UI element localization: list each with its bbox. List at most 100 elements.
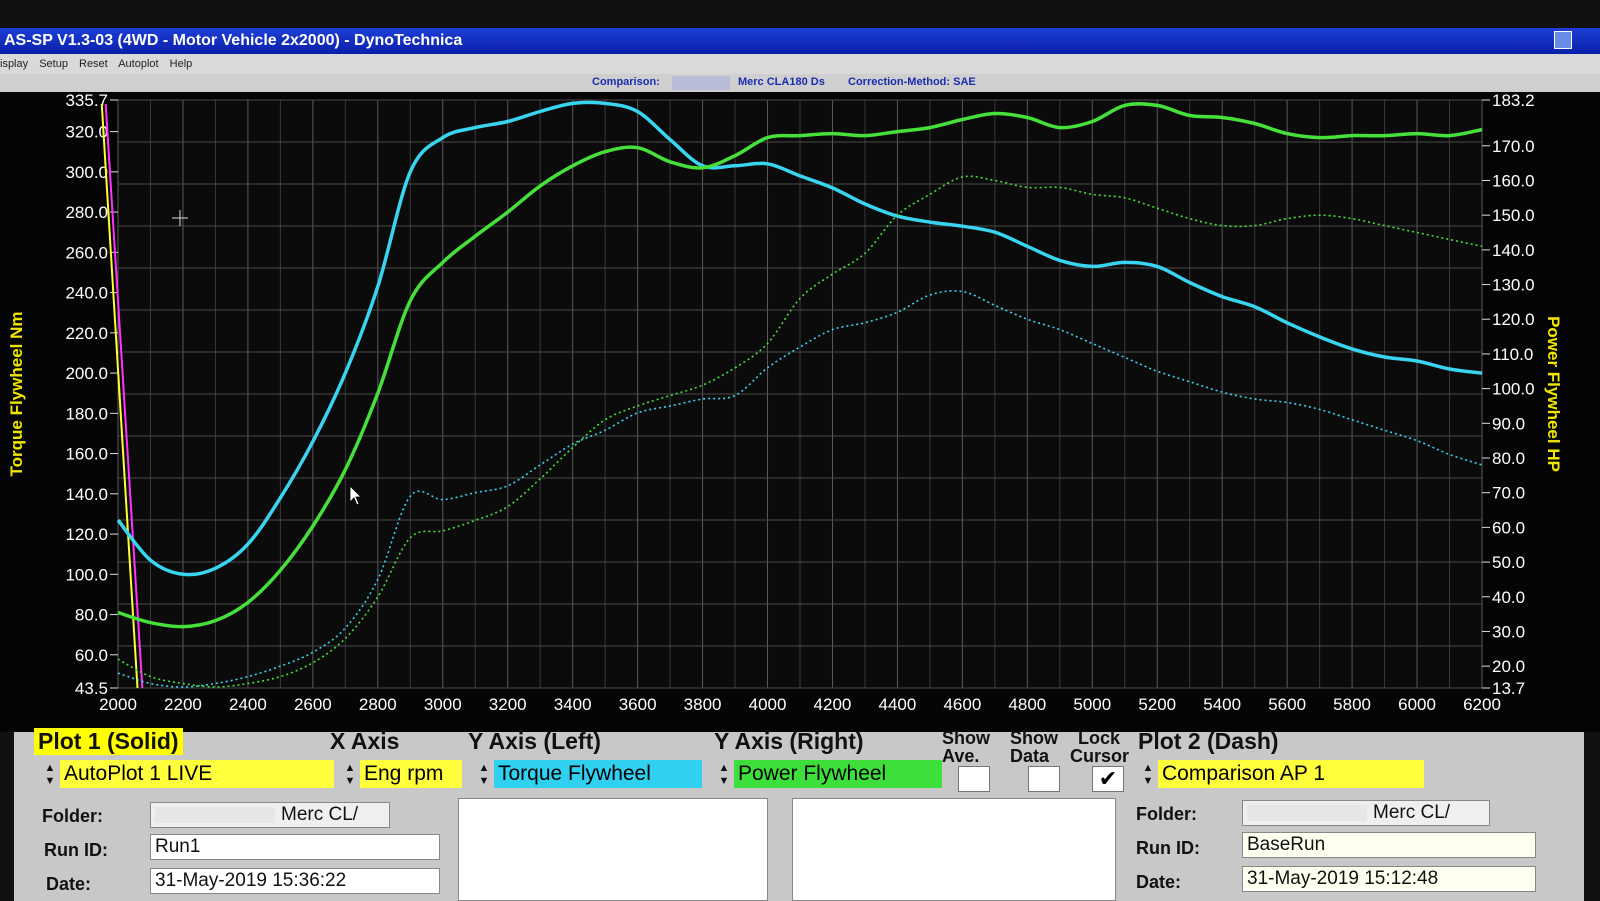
y-left-tick-label: 320.0 [65, 123, 108, 142]
show-ave-checkbox[interactable] [958, 766, 990, 792]
menu-bar: isplay Setup Reset Autoplot Help [0, 54, 1600, 74]
menu-item-setup[interactable]: Setup [39, 58, 68, 70]
x-tick-label: 2800 [359, 695, 397, 714]
y-axis-right-select[interactable]: Power Flywheel [734, 760, 942, 788]
vehicle-label: Merc CLA180 Ds [738, 76, 825, 88]
info-bar: Comparison: Merc CLA180 Ds Correction-Me… [0, 74, 1600, 92]
dyno-chart[interactable]: 2000 2200 2400 2600 2800 3000 3200 3400 3600 3800… [0, 92, 1600, 732]
window-title: AS-SP V1.3-03 (4WD - Motor Vehicle 2x200… [4, 32, 463, 49]
y-left-tick-label: 140.0 [65, 485, 108, 504]
y-axis-left-title: Y Axis (Left) [468, 728, 601, 754]
y-left-tick-label: 300.0 [65, 163, 108, 182]
y-right-tick-label: 50.0 [1492, 553, 1525, 572]
plot2-select[interactable]: Comparison AP 1 [1158, 760, 1424, 788]
comparison-value-redacted [672, 76, 730, 90]
y-axis-left-select[interactable]: Torque Flywheel [494, 760, 702, 788]
menu-item-help[interactable]: Help [170, 58, 193, 70]
x-tick-label: 4200 [814, 695, 852, 714]
left-date-field[interactable]: 31-May-2019 15:36:22 [150, 868, 440, 894]
x-tick-label: 5000 [1073, 695, 1111, 714]
left-folder-value: Merc CL/ [281, 804, 359, 825]
y-left-tick-label: 80.0 [75, 606, 108, 625]
left-folder-label: Folder: [42, 806, 103, 826]
right-folder-field[interactable]: Merc CL/ [1242, 800, 1490, 826]
y-right-tick-label: 140.0 [1492, 241, 1535, 260]
plot2-title: Plot 2 (Dash) [1138, 728, 1279, 754]
show-data-checkbox[interactable] [1028, 766, 1060, 792]
x-tick-label: 5200 [1138, 695, 1176, 714]
y-right-tick-label: 20.0 [1492, 657, 1525, 676]
y-left-tick-label: 240.0 [65, 284, 108, 303]
right-run-id-field[interactable]: BaseRun [1242, 832, 1536, 858]
x-axis-spinner[interactable]: ▲ ▼ [342, 762, 358, 790]
y-right-axis-title: Power Flywheel HP [1544, 316, 1563, 472]
control-panel: Plot 1 (Solid) ▲ ▼ AutoPlot 1 LIVE X Axis… [14, 728, 1584, 901]
x-tick-label: 3800 [684, 695, 722, 714]
correction-method-label: Correction-Method: SAE [848, 76, 976, 88]
x-tick-label: 3600 [619, 695, 657, 714]
dyno-chart-area[interactable]: 2000 2200 2400 2600 2800 3000 3200 3400 3600 3800… [0, 92, 1600, 732]
y-left-tick-label: 100.0 [65, 565, 108, 584]
comparison-label: Comparison: [592, 76, 660, 88]
left-run-id-field[interactable]: Run1 [150, 834, 440, 860]
plot2-spinner[interactable]: ▲ ▼ [1140, 762, 1156, 790]
y-axis-right-spinner[interactable]: ▲ ▼ [716, 762, 732, 790]
right-folder-label: Folder: [1136, 804, 1197, 824]
x-tick-label: 6000 [1398, 695, 1436, 714]
x-tick-label: 4000 [749, 695, 787, 714]
left-run-id-label: Run ID: [44, 840, 108, 860]
right-date-field[interactable]: 31-May-2019 15:12:48 [1242, 866, 1536, 892]
x-tick-label: 4400 [879, 695, 917, 714]
y-right-tick-label: 150.0 [1492, 206, 1535, 225]
y-left-tick-label: 60.0 [75, 646, 108, 665]
x-axis-select[interactable]: Eng rpm [360, 760, 462, 788]
window-titlebar: AS-SP V1.3-03 (4WD - Motor Vehicle 2x200… [0, 28, 1600, 54]
y-right-tick-label: 120.0 [1492, 310, 1535, 329]
redacted-block [155, 806, 275, 823]
right-folder-value: Merc CL/ [1373, 802, 1451, 823]
y-right-tick-label: 13.7 [1492, 679, 1525, 698]
y-left-tick-label: 280.0 [65, 203, 108, 222]
y-left-axis-title: Torque Flywheel Nm [7, 312, 26, 477]
redacted-block [1247, 804, 1367, 821]
y-right-tick-label: 80.0 [1492, 449, 1525, 468]
x-tick-label: 2400 [229, 695, 267, 714]
y-axis-right-title: Y Axis (Right) [714, 728, 864, 754]
minimize-button[interactable] [1554, 31, 1572, 49]
y-left-tick-label: 120.0 [65, 525, 108, 544]
y-left-tick-label: 200.0 [65, 364, 108, 383]
y-right-tick-label: 110.0 [1492, 345, 1533, 364]
lock-cursor-checkbox[interactable]: ✔ [1092, 766, 1124, 792]
menu-item-reset[interactable]: Reset [79, 58, 108, 70]
y-left-tick-label: 180.0 [65, 404, 108, 423]
y-left-tick-label: 220.0 [65, 324, 108, 343]
y-right-tick-label: 183.2 [1492, 92, 1535, 110]
x-tick-label: 3200 [489, 695, 527, 714]
right-run-id-label: Run ID: [1136, 838, 1200, 858]
y-right-tick-label: 170.0 [1492, 137, 1535, 156]
y-right-tick-label: 30.0 [1492, 622, 1525, 641]
y-right-tick-label: 90.0 [1492, 414, 1525, 433]
lock-cursor-label-line2: Cursor [1070, 746, 1130, 766]
y-right-tick-label: 160.0 [1492, 171, 1535, 190]
left-folder-field[interactable]: Merc CL/ [150, 802, 390, 828]
plot1-spinner[interactable]: ▲ ▼ [42, 762, 58, 790]
y-right-tick-label: 70.0 [1492, 484, 1525, 503]
plot1-title: Plot 1 (Solid) [34, 728, 183, 755]
y-axis-left-spinner[interactable]: ▲ ▼ [476, 762, 492, 790]
x-tick-label: 2200 [164, 695, 202, 714]
x-tick-label: 5800 [1333, 695, 1371, 714]
show-ave-label-line2: Ave. [942, 746, 980, 766]
show-data-label-line2: Data [1010, 746, 1050, 766]
y-left-tick-label: 160.0 [65, 445, 108, 464]
menu-item-autoplot[interactable]: Autoplot [118, 58, 158, 70]
y-left-tick-label: 260.0 [65, 243, 108, 262]
x-tick-label: 5400 [1203, 695, 1241, 714]
left-date-label: Date: [46, 874, 92, 894]
x-axis-title: X Axis [330, 728, 400, 754]
y-right-tick-label: 100.0 [1492, 380, 1535, 399]
menu-item-display[interactable]: isplay [0, 58, 28, 70]
y-left-list-box[interactable] [458, 798, 768, 901]
plot1-select[interactable]: AutoPlot 1 LIVE [60, 760, 334, 788]
y-right-list-box[interactable] [792, 798, 1116, 901]
